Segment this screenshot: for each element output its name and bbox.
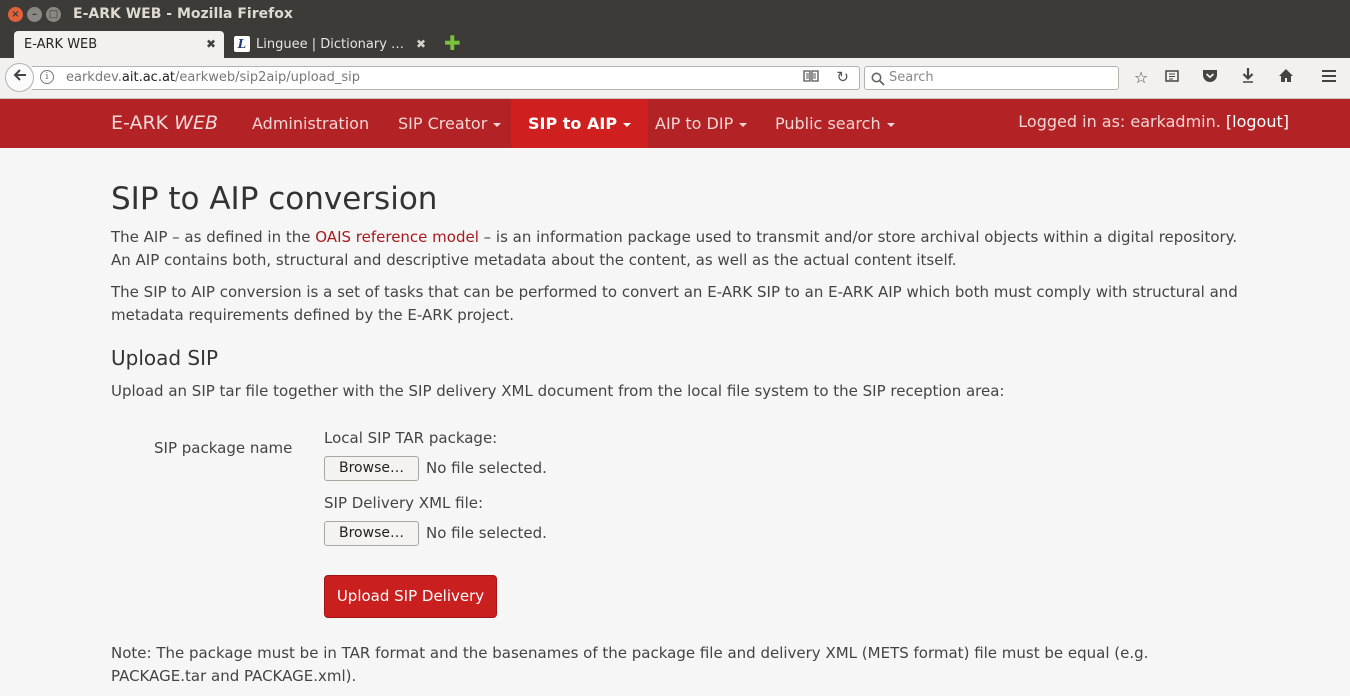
url-domain: ait.ac.at xyxy=(121,70,176,85)
nav-administration[interactable]: Administration xyxy=(252,99,369,148)
reading-list-icon[interactable] xyxy=(1160,66,1184,90)
nav-public-search[interactable]: Public search xyxy=(775,99,895,148)
reader-view-icon[interactable] xyxy=(803,69,819,87)
window-maximize-button[interactable]: □ xyxy=(46,7,61,22)
brand-main: E-ARK xyxy=(111,112,175,134)
search-placeholder: Search xyxy=(889,70,934,85)
new-tab-plus-icon[interactable]: ✚ xyxy=(444,33,461,53)
back-icon xyxy=(13,69,26,81)
home-icon[interactable] xyxy=(1274,66,1298,90)
login-status: Logged in as: earkadmin. [logout] xyxy=(1018,112,1289,131)
window-close-button[interactable]: × xyxy=(8,7,23,22)
nav-label: Administration xyxy=(252,114,370,133)
nav-sip-creator[interactable]: SIP Creator xyxy=(398,99,502,148)
search-bar[interactable]: Search xyxy=(864,66,1119,90)
tab-linguee[interactable]: L Linguee | Dictionary … ✖ xyxy=(226,31,434,58)
browse-xml-button[interactable]: Browse… xyxy=(324,521,419,546)
back-button[interactable] xyxy=(5,63,34,92)
caret-down-icon xyxy=(739,122,748,127)
sip-package-name-label: SIP package name xyxy=(154,439,293,457)
nav-label: SIP Creator xyxy=(398,114,488,133)
tab-bar: E-ARK WEB ✖ L Linguee | Dictionary … ✖ ✚ xyxy=(0,29,1350,58)
brand-italic: WEB xyxy=(174,112,218,134)
page-title: SIP to AIP conversion xyxy=(111,181,438,217)
caret-down-icon xyxy=(623,122,632,127)
reload-icon[interactable]: ↻ xyxy=(836,68,849,86)
info-icon[interactable]: i xyxy=(40,70,54,84)
site-brand[interactable]: E-ARK WEB xyxy=(111,112,218,134)
nav-label: AIP to DIP xyxy=(655,114,734,133)
nav-label: Public search xyxy=(775,114,881,133)
linguee-favicon-icon: L xyxy=(234,36,250,52)
download-icon[interactable] xyxy=(1236,66,1260,90)
site-header: E-ARK WEB Administration SIP Creator SIP… xyxy=(0,99,1350,148)
tab-close-icon[interactable]: ✖ xyxy=(416,37,426,51)
tab-eark-web[interactable]: E-ARK WEB ✖ xyxy=(14,31,224,58)
tab-label: E-ARK WEB xyxy=(24,37,98,52)
nav-label: SIP to AIP xyxy=(528,114,618,133)
tab-label: Linguee | Dictionary … xyxy=(256,37,405,52)
intro-paragraph-2: The SIP to AIP conversion is a set of ta… xyxy=(111,283,1238,324)
search-icon xyxy=(871,71,885,90)
intro-paragraph-1: The AIP – as defined in the OAIS referen… xyxy=(111,226,1239,271)
bookmark-star-icon[interactable]: ☆ xyxy=(1129,66,1153,90)
url-text[interactable]: earkdev.ait.ac.at/earkweb/sip2aip/upload… xyxy=(66,70,360,85)
intro-text: The AIP – as defined in the xyxy=(111,228,316,246)
nav-sip-to-aip[interactable]: SIP to AIP xyxy=(511,99,649,148)
tar-file-status: No file selected. xyxy=(426,459,547,477)
caret-down-icon xyxy=(886,122,895,127)
oais-reference-link[interactable]: OAIS reference model xyxy=(315,228,479,246)
nav-aip-to-dip[interactable]: AIP to DIP xyxy=(655,99,748,148)
note-paragraph: Note: The package must be in TAR format … xyxy=(111,644,1149,685)
tar-package-label: Local SIP TAR package: xyxy=(324,429,498,447)
upload-heading: Upload SIP xyxy=(111,346,219,370)
url-path: /earkweb/sip2aip/upload_sip xyxy=(175,70,361,85)
url-bar[interactable]: i earkdev.ait.ac.at/earkweb/sip2aip/uplo… xyxy=(32,66,860,90)
upload-sip-delivery-button[interactable]: Upload SIP Delivery xyxy=(324,575,497,618)
menu-icon[interactable] xyxy=(1317,66,1341,90)
pocket-icon[interactable] xyxy=(1198,66,1222,90)
window-titlebar: × – □ E-ARK WEB - Mozilla Firefox xyxy=(0,0,1350,29)
browser-toolbar: i earkdev.ait.ac.at/earkweb/sip2aip/uplo… xyxy=(0,58,1350,99)
upload-description: Upload an SIP tar file together with the… xyxy=(111,382,1005,400)
caret-down-icon xyxy=(493,122,502,127)
window-minimize-button[interactable]: – xyxy=(27,7,42,22)
logout-link[interactable]: [logout] xyxy=(1226,112,1289,131)
login-text: Logged in as: earkadmin. xyxy=(1018,112,1226,131)
window-title: E-ARK WEB - Mozilla Firefox xyxy=(73,6,293,22)
url-prefix: earkdev. xyxy=(66,70,122,85)
delivery-xml-label: SIP Delivery XML file: xyxy=(324,494,484,512)
tab-close-icon[interactable]: ✖ xyxy=(206,37,216,51)
xml-file-status: No file selected. xyxy=(426,524,547,542)
browse-tar-button[interactable]: Browse… xyxy=(324,456,419,481)
